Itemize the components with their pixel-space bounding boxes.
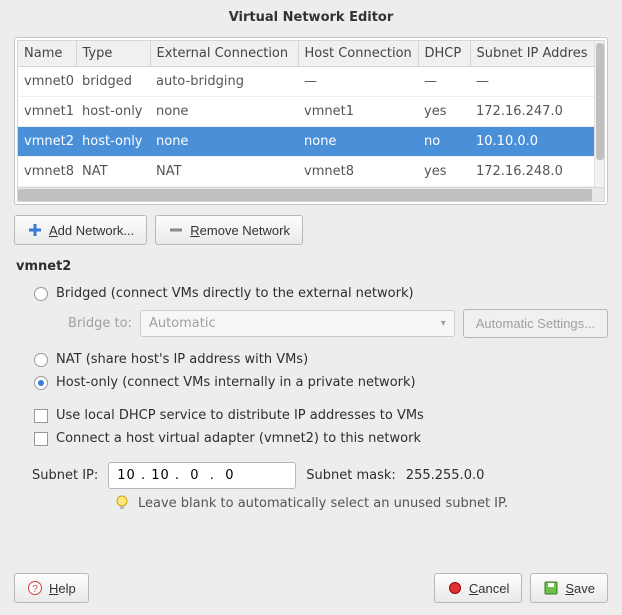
cell-type: host-only (76, 127, 150, 157)
col-external[interactable]: External Connection (150, 41, 298, 67)
subnet-mask-label: Subnet mask: (306, 468, 396, 483)
cell-dhcp: — (418, 67, 470, 97)
save-button[interactable]: Save (530, 573, 608, 603)
table-row[interactable]: vmnet2host-onlynonenoneno10.10.0.0 (18, 127, 604, 157)
cell-subnet: — (470, 67, 604, 97)
table-row[interactable]: vmnet1host-onlynonevmnet1yes172.16.247.0 (18, 97, 604, 127)
bridged-option-row[interactable]: Bridged (connect VMs directly to the ext… (34, 282, 608, 305)
cell-name: vmnet8 (18, 157, 76, 187)
help-button[interactable]: ? Help (14, 573, 89, 603)
selected-network-heading: vmnet2 (16, 259, 608, 274)
add-network-button[interactable]: Add Network... (14, 215, 147, 245)
cell-external: none (150, 97, 298, 127)
table-header-row: Name Type External Connection Host Conne… (18, 41, 604, 67)
cell-type: NAT (76, 157, 150, 187)
bridge-to-label: Bridge to: (68, 316, 132, 331)
cell-host: vmnet8 (298, 157, 418, 187)
subnet-hint: Leave blank to automatically select an u… (138, 496, 508, 511)
dhcp-label: Use local DHCP service to distribute IP … (56, 408, 424, 423)
cell-name: vmnet2 (18, 127, 76, 157)
help-label: Help (49, 581, 76, 596)
bridge-to-select: Automatic ▾ (140, 310, 455, 337)
cell-type: host-only (76, 97, 150, 127)
cell-host: — (298, 67, 418, 97)
cell-dhcp: no (418, 127, 470, 157)
automatic-settings-button: Automatic Settings... (463, 309, 608, 338)
host-adapter-checkbox-row[interactable]: Connect a host virtual adapter (vmnet2) … (34, 427, 608, 450)
bridged-radio[interactable] (34, 287, 48, 301)
cell-type: bridged (76, 67, 150, 97)
vertical-scrollbar[interactable] (594, 41, 604, 187)
nat-radio[interactable] (34, 353, 48, 367)
cell-subnet: 10.10.0.0 (470, 127, 604, 157)
cell-name: vmnet0 (18, 67, 76, 97)
col-host[interactable]: Host Connection (298, 41, 418, 67)
hostonly-label: Host-only (connect VMs internally in a p… (56, 375, 416, 390)
horizontal-scrollbar[interactable] (18, 187, 604, 201)
cell-name: vmnet1 (18, 97, 76, 127)
remove-network-label: Remove Network (190, 223, 290, 238)
cell-external: auto-bridging (150, 67, 298, 97)
hostonly-radio[interactable] (34, 376, 48, 390)
subnet-ip-input[interactable] (108, 462, 296, 489)
minus-icon (168, 222, 184, 238)
cell-host: vmnet1 (298, 97, 418, 127)
dhcp-checkbox-row[interactable]: Use local DHCP service to distribute IP … (34, 404, 608, 427)
cell-host: none (298, 127, 418, 157)
chevron-down-icon: ▾ (441, 318, 446, 329)
subnet-ip-label: Subnet IP: (32, 468, 98, 483)
network-table[interactable]: Name Type External Connection Host Conne… (18, 41, 604, 187)
col-subnet[interactable]: Subnet IP Addres (470, 41, 604, 67)
lightbulb-icon (114, 495, 130, 511)
window-title: Virtual Network Editor (0, 0, 622, 37)
host-adapter-checkbox[interactable] (34, 432, 48, 446)
col-name[interactable]: Name (18, 41, 76, 67)
col-dhcp[interactable]: DHCP (418, 41, 470, 67)
svg-text:?: ? (32, 584, 38, 595)
save-icon (543, 580, 559, 596)
col-type[interactable]: Type (76, 41, 150, 67)
cell-dhcp: yes (418, 97, 470, 127)
cancel-label: Cancel (469, 581, 509, 596)
subnet-mask-value: 255.255.0.0 (406, 468, 485, 483)
remove-network-button[interactable]: Remove Network (155, 215, 303, 245)
bridged-label: Bridged (connect VMs directly to the ext… (56, 286, 414, 301)
cell-external: NAT (150, 157, 298, 187)
plus-icon (27, 222, 43, 238)
help-icon: ? (27, 580, 43, 596)
cell-external: none (150, 127, 298, 157)
dhcp-checkbox[interactable] (34, 409, 48, 423)
host-adapter-label: Connect a host virtual adapter (vmnet2) … (56, 431, 421, 446)
hostonly-option-row[interactable]: Host-only (connect VMs internally in a p… (34, 371, 608, 394)
cell-subnet: 172.16.247.0 (470, 97, 604, 127)
table-row[interactable]: vmnet0bridgedauto-bridging——— (18, 67, 604, 97)
nat-option-row[interactable]: NAT (share host's IP address with VMs) (34, 348, 608, 371)
cell-subnet: 172.16.248.0 (470, 157, 604, 187)
cancel-icon (447, 580, 463, 596)
save-label: Save (565, 581, 595, 596)
cancel-button[interactable]: Cancel (434, 573, 522, 603)
table-row[interactable]: vmnet8NATNATvmnet8yes172.16.248.0 (18, 157, 604, 187)
add-network-label: Add Network... (49, 223, 134, 238)
cell-dhcp: yes (418, 157, 470, 187)
network-table-container: Name Type External Connection Host Conne… (14, 37, 608, 205)
nat-label: NAT (share host's IP address with VMs) (56, 352, 308, 367)
